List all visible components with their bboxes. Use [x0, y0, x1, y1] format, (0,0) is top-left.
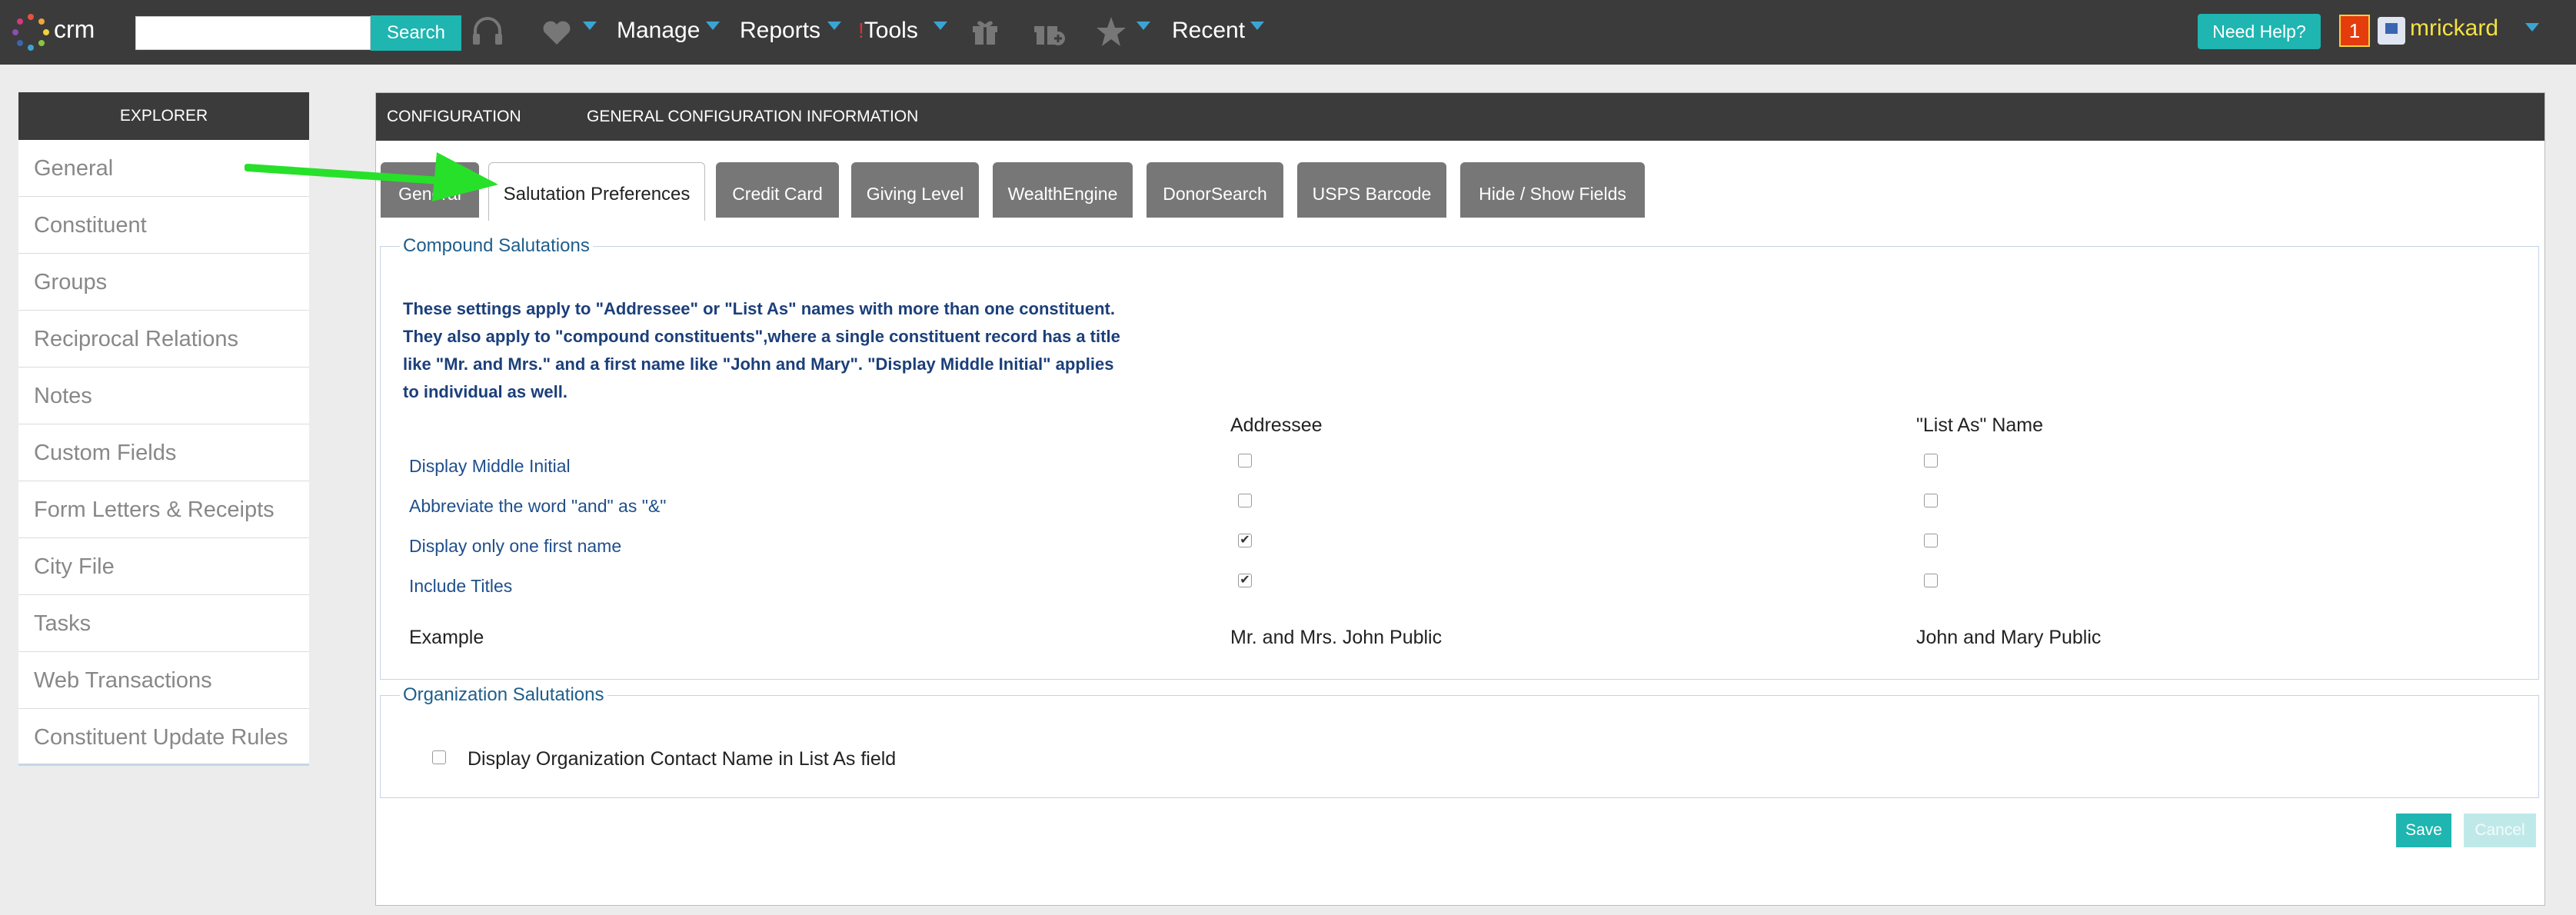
compound-salutations-legend: Compound Salutations: [400, 235, 593, 257]
top-navigation-bar: crm Search Manage Reports !Tools Recent …: [0, 0, 2576, 65]
star-chevron-down-icon[interactable]: [1137, 22, 1150, 30]
star-icon[interactable]: [1095, 15, 1127, 48]
heart-icon[interactable]: [541, 20, 572, 46]
intro-line: to individual as well.: [403, 382, 567, 401]
column-header-addressee: Addressee: [1230, 414, 1323, 436]
tab-donorsearch[interactable]: DonorSearch: [1147, 162, 1283, 218]
organization-salutations-fieldset: [380, 695, 2539, 798]
explorer-title: EXPLORER: [18, 92, 309, 140]
gift-add-icon[interactable]: [1032, 15, 1066, 48]
menu-recent[interactable]: Recent: [1172, 15, 1245, 46]
search-input[interactable]: [135, 16, 371, 50]
addressee-include-titles-checkbox[interactable]: ✔: [1238, 574, 1252, 587]
example-label: Example: [409, 627, 484, 648]
tab-usps-barcode[interactable]: USPS Barcode: [1297, 162, 1446, 218]
list-as-one-first-name-checkbox[interactable]: [1924, 534, 1938, 547]
panel-header: CONFIGURATION GENERAL CONFIGURATION INFO…: [376, 93, 2544, 141]
tab-salutation-preferences[interactable]: Salutation Preferences: [488, 162, 705, 221]
explorer-item-custom-fields[interactable]: Custom Fields: [18, 424, 309, 481]
save-button[interactable]: Save: [2396, 814, 2451, 847]
addressee-abbreviate-and-checkbox[interactable]: [1238, 494, 1252, 507]
breadcrumb-configuration[interactable]: CONFIGURATION: [387, 93, 521, 141]
tab-credit-card[interactable]: Credit Card: [716, 162, 839, 218]
row-label-include-titles: Include Titles: [409, 576, 513, 596]
intro-line: like "Mr. and Mrs." and a first name lik…: [403, 354, 1114, 374]
addressee-one-first-name-checkbox[interactable]: ✔: [1238, 534, 1252, 547]
organization-salutations-legend: Organization Salutations: [400, 684, 607, 706]
menu-manage[interactable]: Manage: [617, 15, 700, 46]
tab-wealthengine[interactable]: WealthEngine: [993, 162, 1133, 218]
cancel-button[interactable]: Cancel: [2464, 814, 2536, 847]
explorer-item-reciprocal-relations[interactable]: Reciprocal Relations: [18, 311, 309, 368]
addressee-middle-initial-checkbox[interactable]: [1238, 454, 1252, 467]
menu-tools-label: Tools: [864, 18, 918, 43]
intro-line: These settings apply to "Addressee" or "…: [403, 299, 1115, 318]
flag-icon[interactable]: [2378, 17, 2405, 45]
reports-chevron-down-icon[interactable]: [827, 22, 841, 30]
logo-text[interactable]: crm: [54, 15, 95, 44]
need-help-button[interactable]: Need Help?: [2198, 14, 2321, 49]
tools-alert-mark: !: [858, 18, 864, 42]
explorer-item-constituent-update-rules[interactable]: Constituent Update Rules: [18, 709, 309, 766]
user-chevron-down-icon[interactable]: [2525, 23, 2539, 32]
explorer-item-constituent[interactable]: Constituent: [18, 197, 309, 254]
crm-logo-icon[interactable]: [11, 12, 51, 52]
org-contact-name-checkbox[interactable]: [432, 750, 446, 764]
list-as-middle-initial-checkbox[interactable]: [1924, 454, 1938, 467]
explorer-item-form-letters[interactable]: Form Letters & Receipts: [18, 481, 309, 538]
favorites-chevron-down-icon[interactable]: [583, 22, 597, 30]
breadcrumb-general-configuration: GENERAL CONFIGURATION INFORMATION: [587, 108, 919, 125]
explorer-item-city-file[interactable]: City File: [18, 538, 309, 595]
menu-tools[interactable]: !Tools: [858, 15, 918, 46]
explorer-item-notes[interactable]: Notes: [18, 368, 309, 424]
org-contact-name-label: Display Organization Contact Name in Lis…: [468, 748, 897, 770]
annotation-arrow-icon: [245, 152, 498, 201]
compound-intro-text: These settings apply to "Addressee" or "…: [403, 295, 1126, 406]
explorer-item-groups[interactable]: Groups: [18, 254, 309, 311]
example-addressee: Mr. and Mrs. John Public: [1230, 627, 1443, 648]
list-as-include-titles-checkbox[interactable]: [1924, 574, 1938, 587]
list-as-abbreviate-and-checkbox[interactable]: [1924, 494, 1938, 507]
explorer-item-web-transactions[interactable]: Web Transactions: [18, 652, 309, 709]
row-label-abbreviate-and: Abbreviate the word "and" as "&": [409, 496, 667, 516]
recent-chevron-down-icon[interactable]: [1250, 22, 1264, 30]
menu-reports[interactable]: Reports: [740, 15, 820, 46]
explorer-item-tasks[interactable]: Tasks: [18, 595, 309, 652]
intro-line: They also apply to "compound constituent…: [403, 327, 1120, 346]
manage-chevron-down-icon[interactable]: [706, 22, 720, 30]
tools-chevron-down-icon[interactable]: [934, 22, 947, 30]
gift-icon[interactable]: [970, 17, 1000, 46]
search-button[interactable]: Search: [371, 15, 461, 51]
column-header-list-as: "List As" Name: [1916, 414, 2044, 436]
tab-hide-show-fields[interactable]: Hide / Show Fields: [1460, 162, 1645, 218]
headset-icon[interactable]: [471, 17, 504, 48]
username-menu[interactable]: mrickard: [2410, 13, 2498, 44]
notification-badge[interactable]: 1: [2339, 15, 2370, 47]
row-label-one-first-name: Display only one first name: [409, 536, 622, 556]
row-label-display-middle-initial: Display Middle Initial: [409, 456, 571, 476]
tab-giving-level[interactable]: Giving Level: [851, 162, 979, 218]
example-list-as: John and Mary Public: [1916, 627, 2102, 648]
